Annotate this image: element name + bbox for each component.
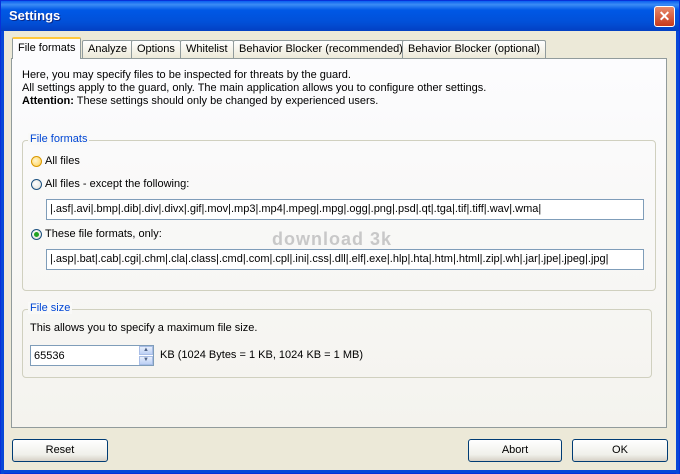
spin-up-icon[interactable]: ▲ (139, 346, 153, 355)
title-bar[interactable]: Settings ✕ (1, 1, 679, 31)
ok-button[interactable]: OK (572, 439, 668, 462)
tab-label: File formats (18, 42, 76, 54)
radio-all-files-except[interactable]: All files - except the following: (31, 178, 189, 192)
radio-these-formats-only[interactable]: These file formats, only: (31, 228, 162, 242)
tab-analyze[interactable]: Analyze (82, 40, 134, 58)
intro-line-2: All settings apply to the guard, only. T… (22, 82, 487, 94)
tab-label: Options (137, 43, 175, 55)
intro-line-3: Attention: These settings should only be… (22, 95, 486, 108)
file-size-legend: File size (28, 302, 73, 314)
radio-button-icon (31, 228, 42, 240)
max-file-size-value: 65536 (34, 350, 65, 362)
tab-whitelist[interactable]: Whitelist (180, 40, 234, 58)
except-formats-input[interactable]: |.asf|.avi|.bmp|.dib|.div|.divx|.gif|.mo… (46, 199, 644, 220)
radio-label: All files - except the following: (45, 178, 190, 191)
tab-file-formats[interactable]: File formats (12, 37, 82, 59)
file-size-unit-label: KB (1024 Bytes = 1 KB, 1024 KB = 1 MB) (160, 349, 364, 361)
only-formats-input[interactable]: |.asp|.bat|.cab|.cgi|.chm|.cla|.class|.c… (46, 249, 644, 270)
tab-label: Whitelist (186, 43, 228, 55)
intro-text: Here, you may specify files to be inspec… (22, 69, 486, 108)
intro-line-1: Here, you may specify files to be inspec… (22, 69, 351, 81)
max-file-size-spinbox[interactable]: 65536 ▲ ▼ (30, 345, 154, 366)
reset-button[interactable]: Reset (12, 439, 108, 462)
window-title: Settings (9, 8, 61, 23)
abort-button[interactable]: Abort (468, 439, 562, 462)
window-border-right (676, 31, 679, 474)
tab-label: Behavior Blocker (optional) (408, 43, 541, 55)
radio-all-files[interactable]: All files (31, 155, 80, 169)
watermark: download 3k (272, 229, 393, 249)
window-border-bottom (1, 470, 679, 473)
close-button[interactable]: ✕ (654, 6, 675, 27)
tab-label: Analyze (88, 43, 128, 55)
tab-label: Behavior Blocker (recommended) (239, 43, 403, 55)
spin-down-icon[interactable]: ▼ (139, 356, 153, 365)
window-border-left (1, 31, 4, 474)
tab-behavior-blocker-optional[interactable]: Behavior Blocker (optional) (402, 40, 547, 58)
attention-text: These settings should only be changed by… (73, 95, 379, 107)
tab-options[interactable]: Options (131, 40, 181, 58)
file-formats-legend: File formats (28, 133, 90, 145)
radio-button-icon (31, 178, 42, 190)
close-icon: ✕ (658, 8, 671, 24)
radio-label: These file formats, only: (45, 228, 162, 241)
file-size-group (22, 309, 652, 378)
attention-label: Attention: (22, 95, 74, 107)
radio-button-icon (31, 155, 42, 167)
radio-label: All files (45, 155, 80, 168)
file-size-description: This allows you to specify a maximum fil… (30, 322, 258, 334)
spin-buttons: ▲ ▼ (139, 346, 153, 365)
tab-behavior-blocker-recommended[interactable]: Behavior Blocker (recommended) (233, 40, 409, 58)
